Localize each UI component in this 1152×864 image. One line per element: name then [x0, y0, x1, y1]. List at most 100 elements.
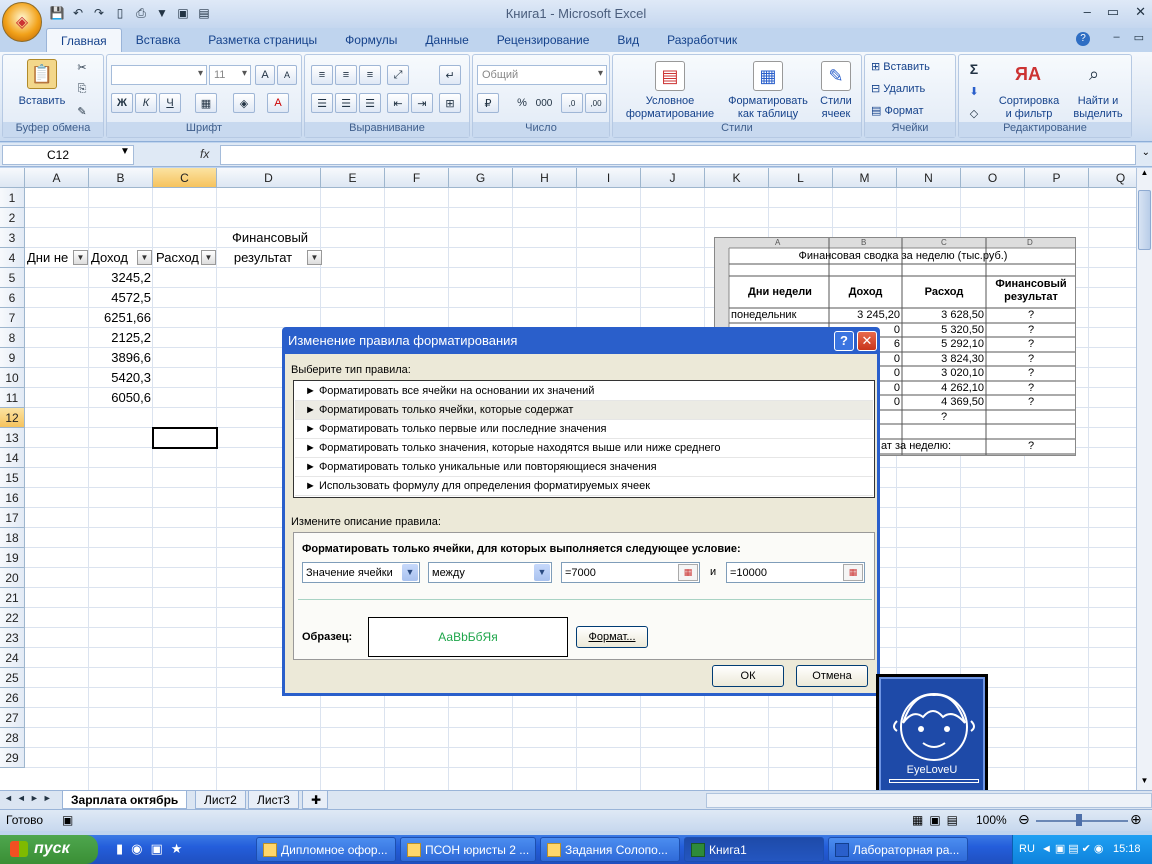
rule-type-item[interactable]: ► Форматировать все ячейки на основании …: [295, 382, 873, 401]
sheet-nav-arrows[interactable]: ◄◄►►: [4, 793, 56, 803]
tray-icons[interactable]: ◄▣▤✔◉: [1041, 842, 1107, 855]
format-cells-button[interactable]: ▤ Формат: [871, 105, 955, 118]
row-header[interactable]: 17: [0, 508, 25, 528]
row-header[interactable]: 12: [0, 408, 25, 428]
rule-type-item[interactable]: ► Форматировать только уникальные или по…: [295, 458, 873, 477]
close-icon[interactable]: ✕: [1135, 4, 1146, 20]
column-header[interactable]: M: [833, 168, 897, 188]
ribbon-minimize-icon[interactable]: –: [1113, 31, 1119, 44]
row-header[interactable]: 19: [0, 548, 25, 568]
row-header[interactable]: 11: [0, 388, 25, 408]
cell-d2[interactable]: Финансовый: [218, 228, 322, 248]
row-header[interactable]: 4: [0, 248, 25, 268]
fill-icon[interactable]: ⬇: [963, 81, 985, 101]
min-value-input[interactable]: =7000 ▦: [561, 562, 700, 583]
language-indicator[interactable]: RU: [1019, 843, 1035, 855]
column-header[interactable]: K: [705, 168, 769, 188]
column-header[interactable]: B: [89, 168, 153, 188]
help-icon[interactable]: ?: [1076, 32, 1090, 46]
column-header[interactable]: N: [897, 168, 961, 188]
taskbar-item[interactable]: Лабораторная ра...: [828, 837, 968, 862]
row-header[interactable]: 15: [0, 468, 25, 488]
find-select-icon[interactable]: ⌕: [1079, 59, 1109, 89]
align-bottom-icon[interactable]: ≡: [359, 65, 381, 85]
orientation-icon[interactable]: ⤢: [387, 65, 409, 85]
decrease-decimal-icon[interactable]: ,00: [585, 93, 607, 113]
wrap-text-icon[interactable]: ↵: [439, 65, 461, 85]
fill-color-icon[interactable]: ◈: [233, 93, 255, 113]
row-header[interactable]: 21: [0, 588, 25, 608]
income-cell[interactable]: 5420,3: [89, 368, 153, 388]
income-cell[interactable]: 4572,5: [89, 288, 153, 308]
row-header[interactable]: 3: [0, 228, 25, 248]
office-button[interactable]: ◈: [2, 2, 42, 42]
column-header[interactable]: D: [217, 168, 321, 188]
column-header[interactable]: L: [769, 168, 833, 188]
align-middle-icon[interactable]: ≡: [335, 65, 357, 85]
operator-select[interactable]: между ▼: [428, 562, 552, 583]
filter-dropdown-c[interactable]: ▼: [201, 250, 216, 265]
clear-icon[interactable]: ◇: [963, 103, 985, 123]
row-header[interactable]: 29: [0, 748, 25, 768]
max-value-input[interactable]: =10000 ▦: [726, 562, 865, 583]
column-header[interactable]: Q: [1089, 168, 1136, 188]
row-header[interactable]: 27: [0, 708, 25, 728]
income-cell[interactable]: 3896,6: [89, 348, 153, 368]
row-header[interactable]: 9: [0, 348, 25, 368]
copy-icon[interactable]: ⎘: [71, 79, 93, 99]
filter-dropdown-d[interactable]: ▼: [307, 250, 322, 265]
align-center-icon[interactable]: ☰: [335, 93, 357, 113]
align-top-icon[interactable]: ≡: [311, 65, 333, 85]
maximize-icon[interactable]: ▭: [1107, 4, 1119, 20]
column-header[interactable]: H: [513, 168, 577, 188]
chevron-down-icon[interactable]: ▼: [534, 564, 550, 581]
tab-review[interactable]: Рецензирование: [483, 28, 604, 52]
vertical-scrollbar[interactable]: ▲ ▼: [1136, 168, 1152, 790]
sheet-tab[interactable]: Лист2: [195, 791, 246, 809]
format-as-table-button[interactable]: Форматировать как таблицу: [721, 95, 815, 121]
new-sheet-icon[interactable]: ✚: [302, 791, 328, 809]
minimize-icon[interactable]: –: [1084, 4, 1091, 20]
range-picker-icon[interactable]: ▦: [678, 564, 698, 581]
row-header[interactable]: 22: [0, 608, 25, 628]
row-header[interactable]: 10: [0, 368, 25, 388]
operand-select[interactable]: Значение ячейки ▼: [302, 562, 420, 583]
format-as-table-icon[interactable]: ▦: [753, 61, 783, 91]
row-header[interactable]: 6: [0, 288, 25, 308]
row-header[interactable]: 7: [0, 308, 25, 328]
cell-styles-icon[interactable]: ✎: [821, 61, 851, 91]
tab-view[interactable]: Вид: [603, 28, 653, 52]
underline-icon[interactable]: Ч: [159, 93, 181, 113]
expand-icon[interactable]: ⌄: [1142, 147, 1150, 158]
sort-filter-button[interactable]: Сортировка и фильтр: [993, 95, 1065, 121]
column-header[interactable]: A: [25, 168, 89, 188]
column-header[interactable]: C: [153, 168, 217, 188]
taskbar-item[interactable]: ПСОН юристы 2 ...: [400, 837, 536, 862]
function-icon[interactable]: fx: [200, 147, 209, 161]
grow-font-icon[interactable]: A: [255, 65, 275, 85]
zoom-in-icon[interactable]: ⊕: [1130, 811, 1142, 828]
tab-data[interactable]: Данные: [411, 28, 482, 52]
horizontal-scrollbar[interactable]: [706, 793, 1152, 808]
bold-icon[interactable]: Ж: [111, 93, 133, 113]
autosum-icon[interactable]: Σ: [963, 59, 985, 79]
taskbar-item[interactable]: Дипломное офор...: [256, 837, 396, 862]
rule-type-item-selected[interactable]: ► Форматировать только ячейки, которые с…: [295, 401, 873, 420]
row-header[interactable]: 23: [0, 628, 25, 648]
italic-icon[interactable]: К: [135, 93, 157, 113]
row-header[interactable]: 13: [0, 428, 25, 448]
chevron-down-icon[interactable]: ▼: [402, 564, 418, 581]
align-left-icon[interactable]: ☰: [311, 93, 333, 113]
ok-button[interactable]: ОК: [712, 665, 784, 687]
sort-filter-icon[interactable]: ЯА: [1013, 59, 1043, 89]
format-painter-icon[interactable]: ✎: [71, 101, 93, 121]
row-header[interactable]: 25: [0, 668, 25, 688]
help-icon[interactable]: ?: [834, 331, 854, 351]
cell-styles-button[interactable]: Стили ячеек: [813, 95, 859, 121]
row-header[interactable]: 16: [0, 488, 25, 508]
conditional-formatting-button[interactable]: Условное форматирование: [615, 95, 725, 121]
filter-dropdown-b[interactable]: ▼: [137, 250, 152, 265]
zoom-out-icon[interactable]: ⊖: [1018, 811, 1030, 828]
paste-icon[interactable]: 📋: [27, 59, 57, 89]
row-header[interactable]: 5: [0, 268, 25, 288]
